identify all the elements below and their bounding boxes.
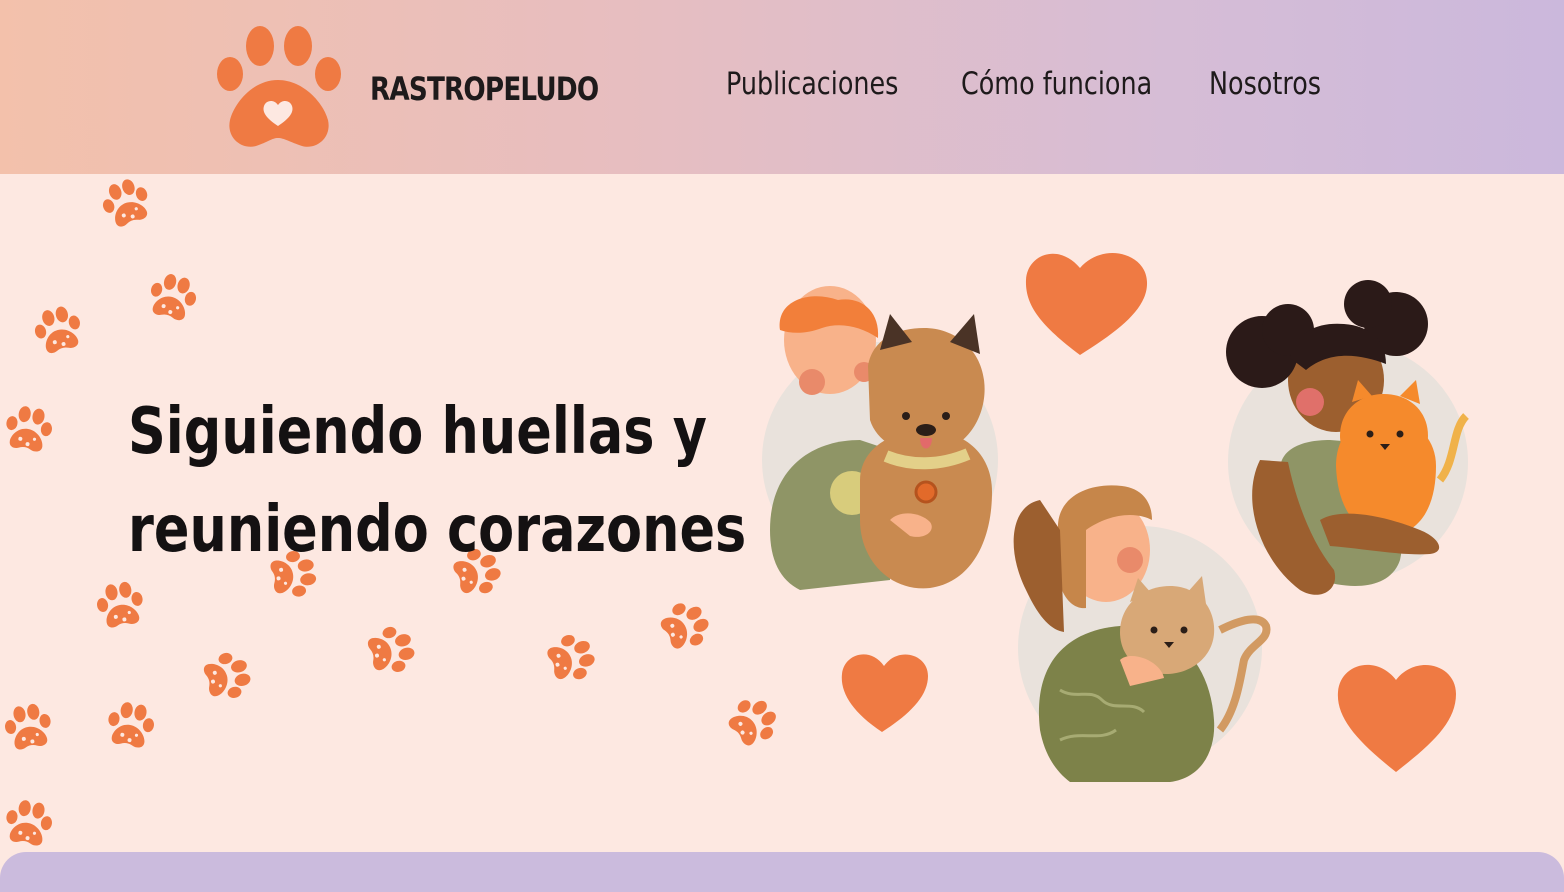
paw-print-icon [145,269,201,324]
nav-link-publicaciones[interactable]: Publicaciones [726,66,898,102]
heart-icon [1337,664,1456,772]
paw-print-icon [104,699,158,750]
footer-bar [0,852,1564,892]
people-hugging-pets-illustration [762,253,1470,782]
paw-print-icon [655,595,716,657]
paw-print-icon [364,622,419,678]
hero-headline-line2: reuniendo corazones [128,493,747,567]
paw-print-icon [1,701,55,752]
paw-print-icon [96,174,155,231]
nav-link-nosotros[interactable]: Nosotros [1209,66,1321,102]
paw-heart-icon[interactable] [212,22,344,152]
heart-icon [1025,253,1148,355]
paw-print-icon [2,403,56,454]
paw-print-icon [93,579,147,630]
paw-print-icon [543,628,600,687]
hero-headline: Siguiendo huellas y reuniendo corazones [128,383,746,579]
paw-print-icon [2,797,56,848]
nav-link-como-funciona[interactable]: Cómo funciona [961,66,1152,102]
hero-headline-line1: Siguiendo huellas y [128,395,707,469]
heart-icon [841,654,928,732]
brand-name[interactable]: RASTROPELUDO [370,70,599,108]
site-header: RASTROPELUDO Publicaciones Cómo funciona… [0,0,1564,174]
paw-print-icon [30,302,86,357]
paw-print-icon [200,648,255,704]
